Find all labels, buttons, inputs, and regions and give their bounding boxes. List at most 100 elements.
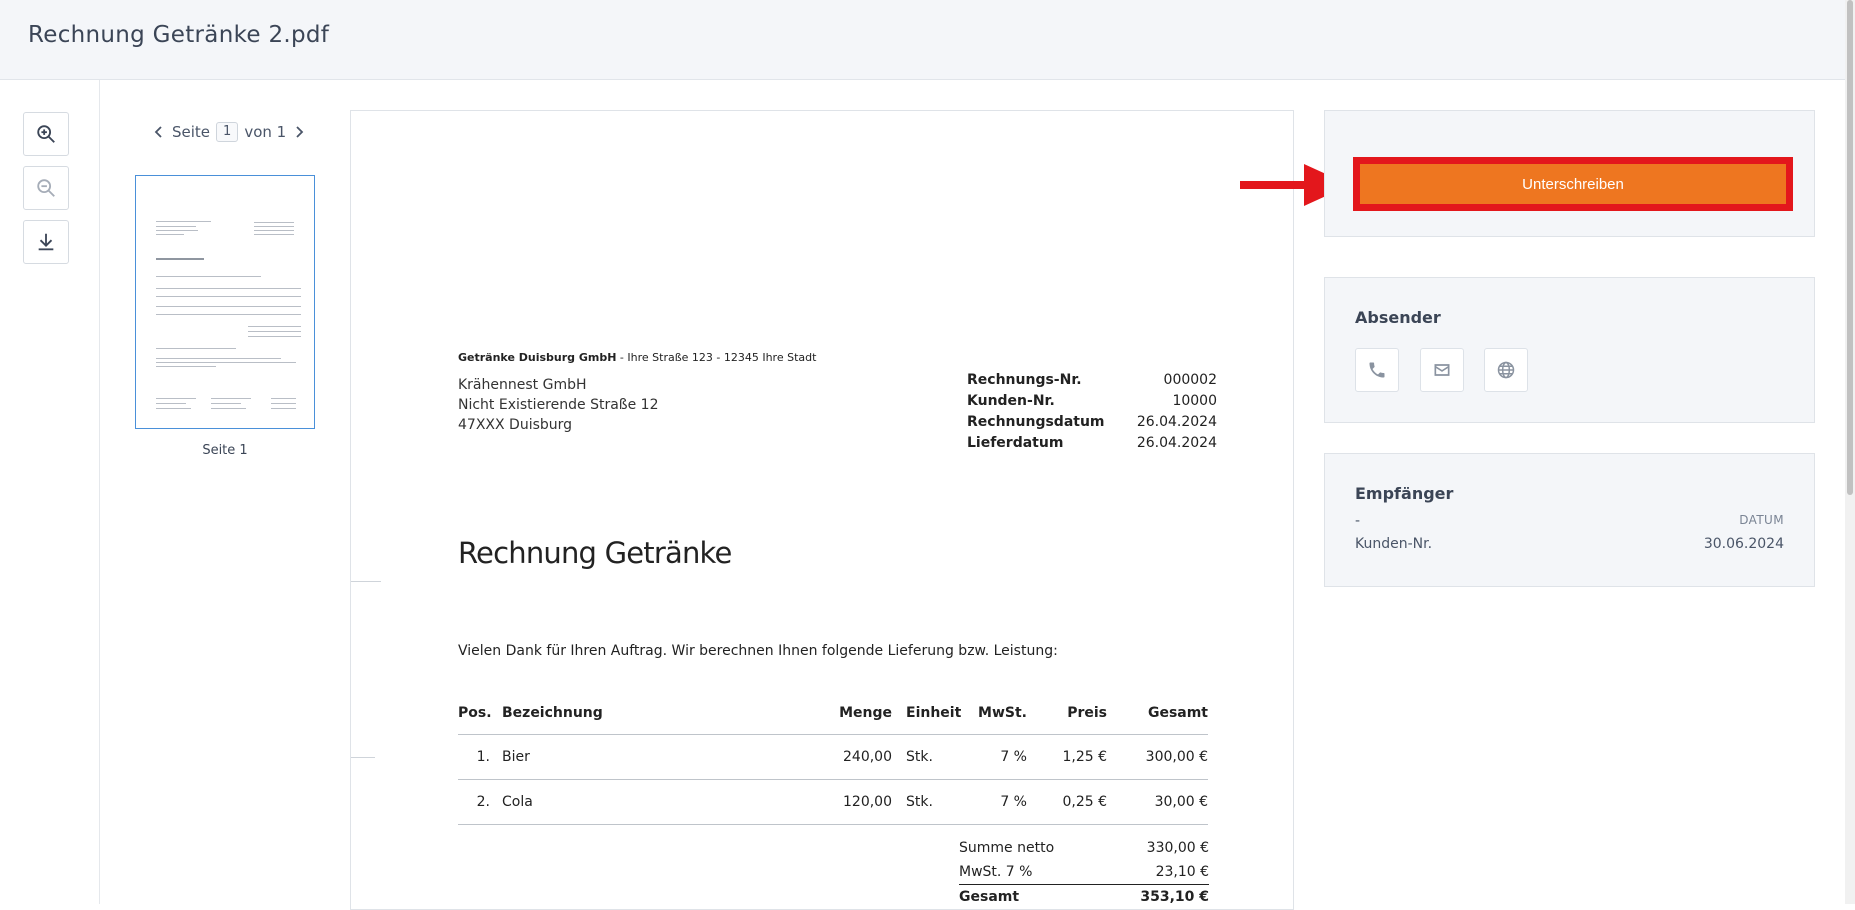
punch-mark	[351, 757, 375, 758]
meta-row: Lieferdatum 26.04.2024	[967, 433, 1217, 454]
col-bezeichnung: Bezeichnung	[502, 704, 603, 721]
zoom-in-button[interactable]	[23, 112, 69, 156]
date-label: DATUM	[1739, 513, 1784, 527]
prev-page-button[interactable]	[152, 123, 166, 141]
invoice-totals: Summe netto 330,00 € MwSt. 7 % 23,10 € Ges…	[959, 836, 1209, 909]
invoice-title: Rechnung Getränke	[458, 536, 732, 570]
download-icon	[38, 233, 54, 251]
col-gesamt: Gesamt	[1147, 704, 1208, 721]
globe-icon	[1497, 361, 1515, 379]
meta-row: Rechnungs-Nr. 000002	[967, 370, 1217, 391]
sign-panel: Unterschreiben	[1324, 110, 1815, 237]
website-button[interactable]	[1484, 348, 1528, 392]
sender-address: - Ihre Straße 123 - 12345 Ihre Stadt	[616, 351, 817, 364]
meta-value: 000002	[1163, 372, 1217, 388]
meta-row: Kunden-Nr. 10000	[967, 391, 1217, 412]
meta-value: 26.04.2024	[1136, 414, 1217, 430]
sender-line: Getränke Duisburg GmbH - Ihre Straße 123…	[458, 351, 816, 364]
cell-pos: 2.	[476, 794, 490, 810]
recipient-row: - DATUM	[1355, 513, 1784, 529]
col-einheit: Einheit	[906, 704, 962, 721]
phone-button[interactable]	[1355, 348, 1399, 392]
sign-highlight: Unterschreiben	[1353, 157, 1793, 211]
recipient-line: Nicht Existierende Straße 12	[458, 397, 659, 413]
recipient-line: 47XXX Duisburg	[458, 417, 573, 433]
totals-label: Gesamt	[959, 889, 1020, 905]
cell-gesamt: 300,00 €	[1145, 749, 1208, 765]
pdf-page: Getränke Duisburg GmbH - Ihre Straße 123…	[350, 110, 1294, 910]
page-thumbnail[interactable]	[135, 175, 315, 429]
meta-value: 10000	[1172, 393, 1217, 409]
cell-preis: 0,25 €	[1062, 794, 1107, 810]
col-menge: Menge	[839, 704, 892, 721]
zoom-out-button[interactable]	[23, 166, 69, 210]
cell-gesamt: 30,00 €	[1154, 794, 1208, 810]
cell-menge: 240,00	[843, 749, 892, 765]
page-number-input[interactable]: 1	[216, 122, 239, 142]
recipient-row: Kunden-Nr. 30.06.2024	[1355, 536, 1784, 552]
cell-einheit: Stk.	[906, 794, 933, 810]
meta-row: Rechnungsdatum 26.04.2024	[967, 412, 1217, 433]
totals-row: Gesamt 353,10 €	[959, 884, 1209, 909]
col-mwst: MwSt.	[978, 704, 1027, 721]
recipient-panel: Empfänger - DATUM Kunden-Nr. 30.06.2024	[1324, 453, 1815, 587]
meta-value: 26.04.2024	[1136, 435, 1217, 451]
meta-key: Rechnungs-Nr.	[967, 372, 1082, 388]
date-value: 30.06.2024	[1703, 536, 1784, 552]
recipient-line: Krähennest GmbH	[458, 377, 587, 393]
cell-menge: 120,00	[843, 794, 892, 810]
sender-title: Absender	[1355, 308, 1441, 327]
tool-strip	[0, 80, 100, 904]
table-row: 2. Cola 120,00 Stk. 7 % 0,25 € 30,00 €	[458, 780, 1208, 825]
totals-value: 353,10 €	[1140, 889, 1209, 905]
chevron-left-icon	[154, 126, 162, 138]
phone-icon	[1369, 362, 1385, 378]
cell-mwst: 7 %	[1000, 794, 1027, 810]
totals-label: MwSt. 7 %	[959, 864, 1033, 880]
page-navigator: Seite 1 von 1	[152, 122, 306, 142]
zoom-in-icon	[37, 125, 55, 143]
email-button[interactable]	[1420, 348, 1464, 392]
cell-preis: 1,25 €	[1062, 749, 1107, 765]
invoice-intro: Vielen Dank für Ihren Auftrag. Wir berec…	[458, 643, 1058, 659]
line-items-table: Pos. Bezeichnung Menge Einheit MwSt. Pre…	[458, 691, 1208, 825]
fold-mark	[351, 581, 381, 582]
totals-value: 23,10 €	[1155, 864, 1209, 880]
cell-mwst: 7 %	[1000, 749, 1027, 765]
customer-number-label: Kunden-Nr.	[1355, 536, 1433, 552]
header: Rechnung Getränke 2.pdf	[0, 0, 1845, 80]
sender-panel: Absender	[1324, 277, 1815, 423]
totals-value: 330,00 €	[1146, 840, 1209, 856]
recipient-name: -	[1355, 513, 1361, 529]
cell-bezeichnung: Bier	[502, 749, 530, 765]
document-title: Rechnung Getränke 2.pdf	[28, 22, 330, 48]
recipient-address: Krähennest GmbH Nicht Existierende Straß…	[458, 375, 658, 435]
cell-pos: 1.	[476, 749, 490, 765]
sender-company: Getränke Duisburg GmbH	[458, 351, 617, 364]
col-preis: Preis	[1067, 704, 1107, 721]
page-label: Seite	[172, 123, 211, 141]
scrollbar-thumb[interactable]	[1847, 0, 1853, 495]
recipient-title: Empfänger	[1355, 484, 1454, 503]
table-row: 1. Bier 240,00 Stk. 7 % 1,25 € 300,00 €	[458, 735, 1208, 780]
thumbnail-label: Seite 1	[202, 443, 248, 458]
totals-row: MwSt. 7 % 23,10 €	[959, 860, 1209, 884]
page-count: von 1	[244, 123, 287, 141]
page-scrollbar[interactable]	[1845, 0, 1855, 904]
next-page-button[interactable]	[292, 123, 306, 141]
cell-bezeichnung: Cola	[502, 794, 533, 810]
sign-button[interactable]: Unterschreiben	[1360, 164, 1786, 204]
totals-label: Summe netto	[959, 840, 1055, 856]
zoom-out-icon	[37, 179, 55, 197]
download-button[interactable]	[23, 220, 69, 264]
totals-row: Summe netto 330,00 €	[959, 836, 1209, 860]
cell-einheit: Stk.	[906, 749, 933, 765]
mail-icon	[1434, 364, 1450, 376]
table-header: Pos. Bezeichnung Menge Einheit MwSt. Pre…	[458, 691, 1208, 735]
meta-key: Rechnungsdatum	[967, 414, 1105, 430]
col-pos: Pos.	[458, 704, 492, 721]
meta-key: Lieferdatum	[967, 435, 1064, 451]
invoice-meta: Rechnungs-Nr. 000002 Kunden-Nr. 10000 Rech…	[967, 370, 1217, 454]
chevron-right-icon	[296, 126, 304, 138]
meta-key: Kunden-Nr.	[967, 393, 1055, 409]
